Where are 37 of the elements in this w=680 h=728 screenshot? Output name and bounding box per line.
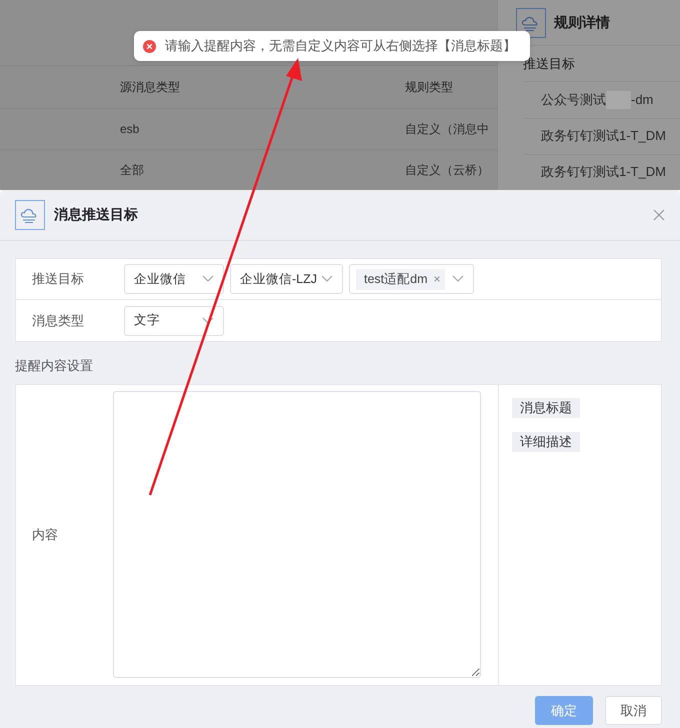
list-item-text: -dm bbox=[631, 92, 654, 108]
list-item-text: 政务钉钉测试1-T_DM bbox=[541, 127, 666, 146]
field-label: 内容 bbox=[31, 526, 59, 544]
panel-title: 规则详情 bbox=[554, 14, 610, 32]
table-cell-text: 全部 bbox=[120, 162, 145, 178]
chevron-down-icon bbox=[452, 275, 464, 283]
select-field[interactable]: 文字 bbox=[124, 306, 224, 336]
field-label: 消息类型 bbox=[31, 312, 85, 330]
close-icon[interactable] bbox=[653, 209, 665, 221]
error-icon bbox=[143, 40, 156, 52]
table-cell-text: 自定义（云桥） bbox=[405, 162, 490, 178]
chevron-down-icon bbox=[202, 316, 214, 324]
tag-label: test适配dm bbox=[364, 270, 428, 288]
chevron-down-icon bbox=[321, 275, 333, 283]
select-value: 企业微信-LZJ bbox=[240, 270, 317, 288]
select-value: 文字 bbox=[134, 312, 160, 329]
table-cell-text: esb bbox=[120, 122, 140, 136]
select-value: 企业微信 bbox=[134, 270, 186, 288]
select-field[interactable]: 企业微信 bbox=[124, 264, 224, 294]
section-label: 推送目标 bbox=[523, 54, 575, 73]
select-field[interactable]: 企业微信-LZJ bbox=[230, 264, 343, 294]
table-cell-text: 自定义（消息中 bbox=[405, 120, 490, 138]
insert-tag[interactable]: 消息标题 bbox=[512, 398, 580, 418]
section-title: 提醒内容设置 bbox=[15, 357, 94, 375]
insert-tag[interactable]: 详细描述 bbox=[512, 432, 580, 452]
list-item-text: 公众号测试 bbox=[541, 90, 606, 109]
chevron-down-icon bbox=[202, 275, 214, 283]
field-label: 推送目标 bbox=[31, 270, 85, 288]
cloud-icon bbox=[15, 200, 45, 230]
column-header: 源消息类型 bbox=[120, 78, 181, 96]
cancel-button[interactable]: 取消 bbox=[605, 696, 662, 725]
toast-message: 请输入提醒内容，无需自定义内容可从右侧选择【消息标题】 bbox=[165, 37, 516, 55]
cloud-icon bbox=[516, 8, 546, 38]
column-header: 规则类型 bbox=[405, 78, 454, 96]
dialog-title: 消息推送目标 bbox=[54, 206, 139, 224]
select-field[interactable]: test适配dm × bbox=[349, 264, 474, 294]
list-item-text: 政务钉钉测试1-T_DM bbox=[541, 163, 666, 182]
